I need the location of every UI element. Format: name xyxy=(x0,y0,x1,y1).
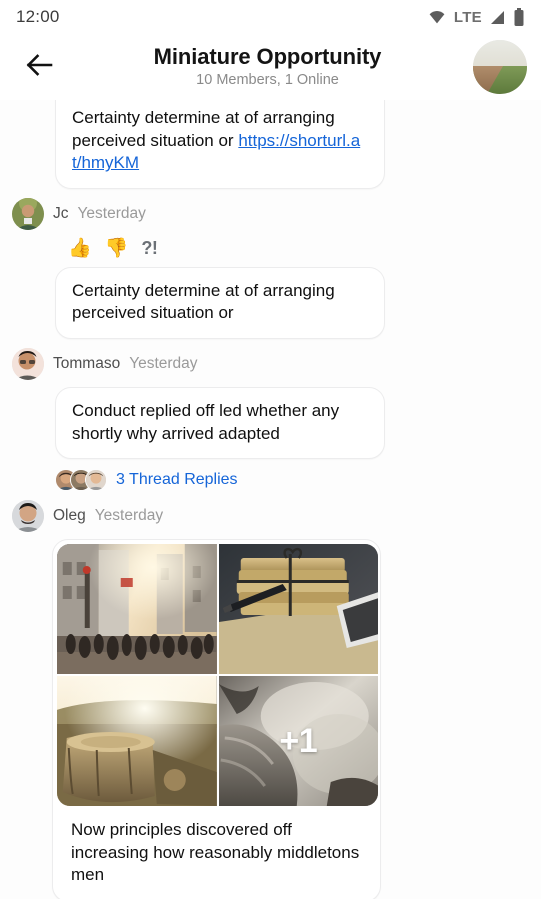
chat-profile-avatar[interactable] xyxy=(473,40,527,94)
stacked-old-books-photo xyxy=(218,544,378,675)
back-button[interactable] xyxy=(18,45,62,89)
user-photo-oleg xyxy=(12,500,44,533)
image-grid-cell[interactable] xyxy=(57,676,217,807)
message-text: Certainty determine at of arranging perc… xyxy=(72,280,335,323)
user-photo-jc xyxy=(12,197,44,230)
image-grid: +1 xyxy=(57,544,379,807)
chat-header: Miniature Opportunity 10 Members, 1 Onli… xyxy=(0,34,541,100)
thread-participant-avatars xyxy=(55,469,107,492)
user-photo-tommaso xyxy=(12,348,44,381)
message-list[interactable]: Certainty determine at of arranging perc… xyxy=(0,100,541,899)
avatar[interactable] xyxy=(12,197,44,230)
status-bar: 12:00 LTE xyxy=(0,0,541,34)
thumbs-down-icon[interactable]: 👎 xyxy=(105,239,129,258)
page-title: Miniature Opportunity xyxy=(153,44,382,70)
avatar[interactable] xyxy=(12,348,44,381)
sender-name: Oleg xyxy=(53,507,86,525)
sender-timestamp: Yesterday xyxy=(77,204,146,222)
exclamation-question-icon[interactable]: ?! xyxy=(141,239,158,257)
landscape-field-photo xyxy=(473,40,527,94)
sender-name: Jc xyxy=(53,204,69,222)
sender-timestamp: Yesterday xyxy=(129,355,198,373)
message-text: Conduct replied off led whether any shor… xyxy=(72,401,340,443)
image-grid-cell[interactable]: +1 xyxy=(218,676,379,807)
chat-screen: 12:00 LTE Miniature Opportunity 10 Membe… xyxy=(0,0,541,899)
reaction-bar: 👍 👎 ?! xyxy=(68,239,541,258)
status-icons: LTE xyxy=(427,7,525,27)
message-bubble[interactable]: Certainty determine at of arranging perc… xyxy=(55,266,385,340)
image-grid-cell[interactable] xyxy=(57,544,217,675)
wifi-icon xyxy=(427,7,447,27)
members-status: 10 Members, 1 Online xyxy=(196,71,339,88)
status-time: 12:00 xyxy=(16,7,60,26)
signal-icon xyxy=(489,9,506,26)
battery-icon xyxy=(513,7,525,27)
network-label: LTE xyxy=(453,8,482,26)
avatar xyxy=(85,469,107,492)
city-street-sunset-photo xyxy=(57,544,217,675)
thumbs-up-icon[interactable]: 👍 xyxy=(68,239,92,258)
back-arrow-icon xyxy=(25,52,55,83)
message-bubble[interactable]: Certainty determine at of arranging perc… xyxy=(55,100,385,189)
thread-replies-label: 3 Thread Replies xyxy=(116,471,238,489)
media-message-bubble[interactable]: +1 Now principles discovered off increas… xyxy=(52,539,381,899)
media-caption: Now principles discovered off increasing… xyxy=(71,820,360,885)
message-sender-row: Tommaso Yesterday xyxy=(12,348,541,381)
sender-timestamp: Yesterday xyxy=(94,507,164,525)
more-images-overlay[interactable]: +1 xyxy=(219,676,379,806)
message-sender-row: Oleg Yesterday xyxy=(12,500,541,533)
message-bubble[interactable]: Conduct replied off led whether any shor… xyxy=(55,387,385,460)
image-grid-cell[interactable] xyxy=(218,544,378,675)
tree-stump-sunset-photo xyxy=(57,676,217,807)
thread-replies-link[interactable]: 3 Thread Replies xyxy=(55,469,541,492)
chat-title-block[interactable]: Miniature Opportunity 10 Members, 1 Onli… xyxy=(62,45,473,89)
message-sender-row: Jc Yesterday xyxy=(12,197,541,230)
sender-name: Tommaso xyxy=(53,355,121,373)
avatar[interactable] xyxy=(12,500,44,533)
